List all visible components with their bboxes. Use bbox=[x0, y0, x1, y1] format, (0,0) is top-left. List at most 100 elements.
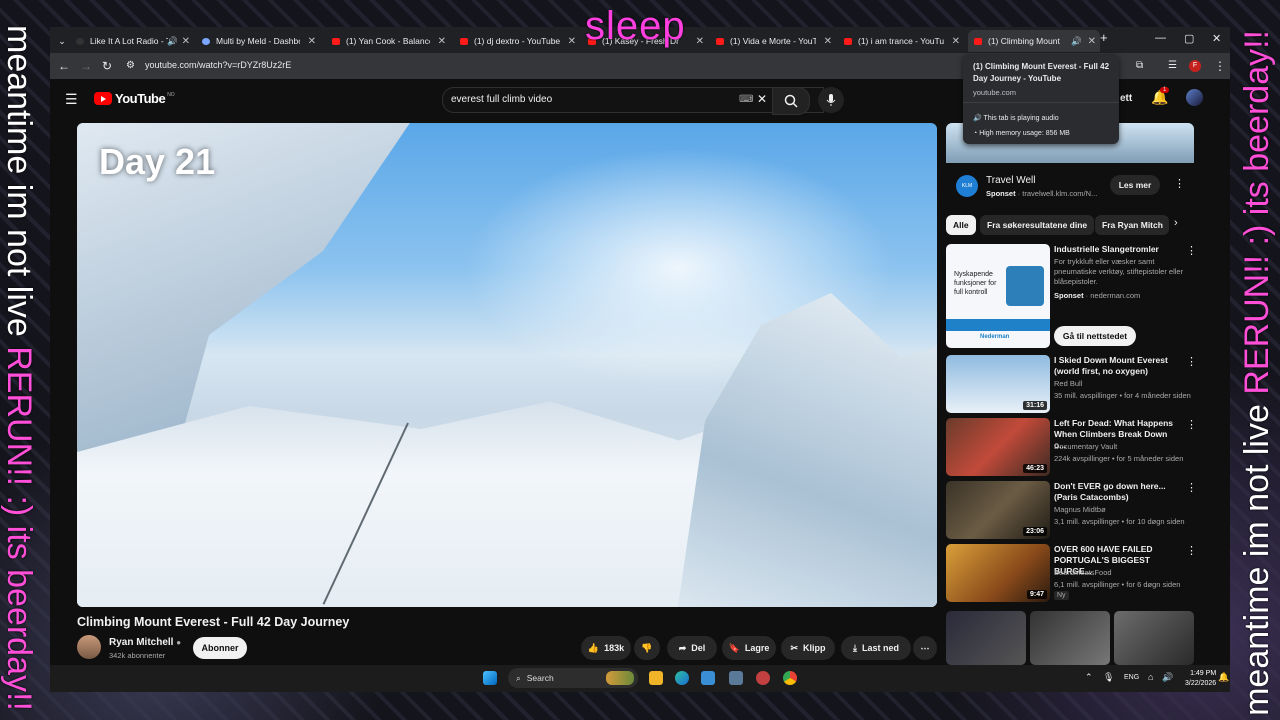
stream-overlay-title: sleep bbox=[585, 4, 686, 48]
more-horizontal-icon: ⋯ bbox=[920, 642, 930, 653]
recommended-video[interactable]: 31:16 I Skied Down Mount Everest (world … bbox=[946, 355, 1197, 413]
browser-tab-active[interactable]: (1) Climbing Mount E 🔊 ✕ bbox=[968, 30, 1100, 52]
more-vert-icon[interactable]: ⋮ bbox=[1186, 544, 1197, 557]
search-button[interactable] bbox=[772, 87, 810, 115]
video-duration: 46:23 bbox=[1023, 464, 1047, 473]
network-icon[interactable]: ⌂ bbox=[1148, 672, 1153, 682]
clear-search-icon[interactable]: ✕ bbox=[757, 92, 767, 106]
ad-more-icon[interactable]: ⋮ bbox=[1174, 177, 1185, 190]
channel-avatar[interactable] bbox=[77, 635, 101, 659]
url-field[interactable]: youtube.com/watch?v=rDYZr8Uz2rE bbox=[145, 60, 291, 70]
video-duration: 23:06 bbox=[1023, 527, 1047, 536]
hamburger-menu-icon[interactable]: ☰ bbox=[65, 91, 78, 108]
start-windows-icon[interactable] bbox=[483, 671, 497, 685]
site-info-icon[interactable]: ⚙ bbox=[126, 60, 135, 71]
notifications-icon[interactable]: 🔔 bbox=[1218, 672, 1229, 683]
browser-tab[interactable]: (1) Yan Cook - Balance - Y ✕ bbox=[332, 30, 450, 52]
edge-browser-icon[interactable] bbox=[675, 671, 689, 685]
sponsored-product[interactable]: Nyskapende funksjoner for full kontroll … bbox=[946, 244, 1197, 348]
close-icon[interactable]: ✕ bbox=[696, 36, 704, 47]
clip-button[interactable]: ✂ Klipp bbox=[781, 636, 835, 660]
visit-site-button[interactable]: Gå til nettstedet bbox=[1054, 326, 1136, 346]
system-clock[interactable]: 1:49 PM 3/22/2026 bbox=[1185, 669, 1216, 689]
volume-icon[interactable]: 🔊 bbox=[1162, 672, 1173, 683]
dislike-button[interactable]: 👎 bbox=[634, 636, 660, 660]
ad-sponsored: Sponset bbox=[986, 189, 1016, 198]
new-tab-button[interactable]: + bbox=[1100, 30, 1108, 45]
tab-label: Multi by Meld - Dashboa bbox=[216, 36, 300, 46]
taskbar-search[interactable]: ⌕ Search bbox=[508, 668, 638, 688]
more-vert-icon[interactable]: ⋮ bbox=[1186, 244, 1197, 257]
share-button[interactable]: ➦ Del bbox=[667, 636, 717, 660]
chevron-up-icon[interactable]: ⌃ bbox=[1085, 672, 1093, 683]
channel-name: BeardMeatsFood bbox=[1054, 568, 1112, 577]
close-icon[interactable]: ✕ bbox=[438, 36, 446, 47]
chip-from-channel[interactable]: Fra Ryan Mitch bbox=[1095, 215, 1169, 235]
app-icon[interactable] bbox=[729, 671, 743, 685]
close-icon[interactable]: ✕ bbox=[568, 36, 576, 47]
ad-cta-button[interactable]: Les mer bbox=[1110, 175, 1160, 195]
ad-product-domain: nederman.com bbox=[1090, 291, 1141, 300]
like-button[interactable]: 👍 183k bbox=[581, 636, 631, 660]
close-icon[interactable]: ✕ bbox=[182, 36, 190, 47]
back-arrow-icon[interactable]: ← bbox=[58, 59, 70, 73]
video-overlay-text: Day 21 bbox=[99, 141, 216, 182]
search-icon bbox=[784, 94, 798, 108]
close-icon[interactable]: ✕ bbox=[952, 36, 960, 47]
tab-search-button[interactable]: ⌄ bbox=[54, 30, 70, 52]
create-button-label[interactable]: ett bbox=[1120, 93, 1132, 104]
subscribe-button[interactable]: Abonner bbox=[193, 637, 247, 659]
search-input[interactable]: everest full climb video ⌨ ✕ bbox=[442, 87, 824, 113]
forward-arrow-icon[interactable]: → bbox=[80, 59, 92, 73]
ad-product-title: Industrielle Slangetromler bbox=[1054, 244, 1159, 254]
browser-tab[interactable]: Like It A Lot Radio - T 🔊 ✕ bbox=[76, 30, 194, 52]
youtube-wordmark: YouTube bbox=[115, 91, 166, 106]
browser-tab[interactable]: (1) Vida e Morte - YouTub ✕ bbox=[716, 30, 836, 52]
chrome-icon[interactable] bbox=[783, 671, 797, 685]
voice-search-button[interactable] bbox=[818, 87, 844, 113]
recommended-video[interactable]: 9:47 OVER 600 HAVE FAILED PORTUGAL'S BIG… bbox=[946, 544, 1197, 602]
video-player[interactable]: Day 21 bbox=[77, 123, 937, 607]
app-icon-red[interactable] bbox=[756, 671, 770, 685]
download-button[interactable]: ⤓ Last ned bbox=[841, 636, 911, 660]
browser-tab[interactable]: (1) i am trance - YouTube ✕ bbox=[844, 30, 964, 52]
more-vert-icon[interactable]: ⋮ bbox=[1186, 418, 1197, 431]
save-button[interactable]: 🔖 Lagre bbox=[722, 636, 776, 660]
store-icon[interactable] bbox=[701, 671, 715, 685]
window-close-button[interactable]: ✕ bbox=[1212, 32, 1221, 45]
language-indicator[interactable]: ENG bbox=[1124, 674, 1139, 681]
close-icon[interactable]: ✕ bbox=[308, 36, 316, 47]
recommended-video-row-partial[interactable] bbox=[946, 611, 1194, 665]
browser-tab[interactable]: (1) dj dextro - YouTube ✕ bbox=[460, 30, 580, 52]
account-avatar[interactable] bbox=[1186, 89, 1203, 106]
more-vert-icon[interactable]: ⋮ bbox=[1186, 481, 1197, 494]
channel-name: Magnus Midtbø bbox=[1054, 505, 1106, 514]
minimize-button[interactable]: — bbox=[1155, 32, 1166, 44]
ad-title: Travel Well bbox=[986, 175, 1036, 186]
reload-icon[interactable]: ↻ bbox=[102, 59, 112, 73]
browser-tab[interactable]: Multi by Meld - Dashboa ✕ bbox=[202, 30, 320, 52]
youtube-logo[interactable]: YouTube NO bbox=[94, 91, 175, 106]
close-icon[interactable]: ✕ bbox=[1088, 36, 1096, 47]
clip-label: Klipp bbox=[803, 643, 826, 653]
hover-card-audio-text: This tab is playing audio bbox=[983, 115, 1059, 122]
maximize-button[interactable]: ▢ bbox=[1184, 32, 1194, 45]
file-explorer-icon[interactable] bbox=[649, 671, 663, 685]
more-actions-button[interactable]: ⋯ bbox=[913, 636, 937, 660]
microphone-icon[interactable]: 🎙 bbox=[1103, 672, 1114, 683]
more-vert-icon[interactable]: ⋮ bbox=[1186, 355, 1197, 368]
chevron-right-icon[interactable]: › bbox=[1174, 217, 1178, 229]
recommended-video[interactable]: 46:23 Left For Dead: What Happens When C… bbox=[946, 418, 1197, 476]
channel-name[interactable]: Ryan Mitchell ● bbox=[109, 637, 181, 648]
reading-list-icon[interactable]: ☰ bbox=[1168, 60, 1177, 71]
recommended-video[interactable]: 23:06 Don't EVER go down here... (Paris … bbox=[946, 481, 1197, 539]
stream-overlay-left: meantime im not live RERUN!! :) its beer… bbox=[0, 25, 38, 711]
extensions-icon[interactable]: ⧉ bbox=[1136, 60, 1143, 71]
chip-all[interactable]: Alle bbox=[946, 215, 976, 235]
profile-avatar[interactable]: F bbox=[1189, 60, 1201, 72]
speaker-icon: 🔊 bbox=[1071, 35, 1082, 46]
chip-from-search[interactable]: Fra søkeresultatene dine bbox=[980, 215, 1095, 235]
keyboard-icon[interactable]: ⌨ bbox=[739, 94, 753, 105]
more-menu-icon[interactable]: ⋮ bbox=[1214, 59, 1226, 73]
close-icon[interactable]: ✕ bbox=[824, 36, 832, 47]
